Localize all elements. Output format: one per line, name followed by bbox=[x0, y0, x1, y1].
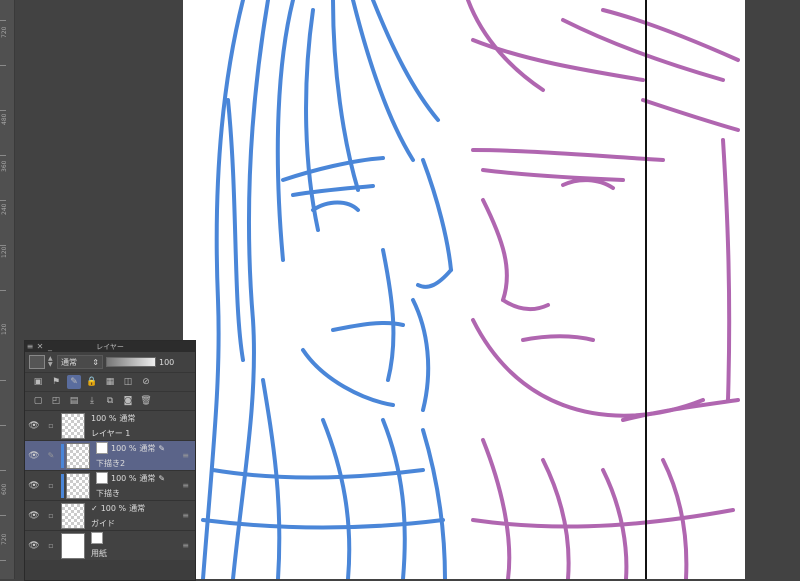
reference-icon[interactable]: ⚑ bbox=[49, 375, 63, 389]
layer-row[interactable]: 👁 ▫ 100 % 通常 レイヤー 1 bbox=[25, 410, 195, 440]
clip-icon[interactable]: ▣ bbox=[31, 375, 45, 389]
layer-type-icon bbox=[96, 442, 108, 454]
purple-sketch-layer bbox=[466, 0, 740, 579]
layer-name: 用紙 bbox=[91, 549, 107, 558]
opacity-value[interactable]: 100 bbox=[159, 358, 174, 367]
ruler-label: 480 bbox=[1, 113, 8, 125]
lock-empty-icon[interactable]: ▫ bbox=[43, 541, 59, 550]
opacity-slider[interactable] bbox=[106, 357, 156, 367]
layer-mode: 通常 bbox=[139, 473, 156, 483]
ruler-tick bbox=[0, 470, 6, 471]
layer-menu-icon[interactable]: ≡ bbox=[182, 481, 189, 490]
new-vector-layer-icon[interactable]: ◰ bbox=[49, 394, 63, 408]
layer-color-bar bbox=[61, 443, 64, 468]
ruler-label: 720 bbox=[1, 26, 8, 38]
check-icon: ✓ bbox=[91, 503, 98, 513]
layer-color-bar bbox=[61, 473, 64, 498]
vertical-ruler: 720 480 360 240 120 120 600 720 bbox=[0, 0, 15, 579]
draft-layer-icon[interactable]: ✎ bbox=[67, 375, 81, 389]
ruler-label: 120 bbox=[1, 323, 8, 335]
layer-mode: 通常 bbox=[119, 413, 136, 423]
layer-opacity: 100 % bbox=[91, 413, 117, 423]
layer-thumbnail bbox=[66, 442, 90, 469]
lock-empty-icon[interactable]: ▫ bbox=[43, 481, 59, 490]
sketch-artwork bbox=[201, 0, 740, 579]
ruler-tick bbox=[0, 290, 6, 291]
eye-icon[interactable]: 👁 bbox=[25, 451, 43, 461]
layer-action-toolbar: ▢ ◰ ▤ ⤓ ⧉ ◙ 🗑 bbox=[25, 391, 195, 410]
panel-titlebar[interactable]: ≡ ✕ _ レイヤー bbox=[25, 341, 195, 352]
mask-icon[interactable]: ◙ bbox=[121, 394, 135, 408]
layer-thumbnail bbox=[66, 472, 90, 499]
layer-name: 下描き2 bbox=[96, 459, 126, 468]
page-divider bbox=[645, 0, 647, 579]
new-raster-layer-icon[interactable]: ▢ bbox=[31, 394, 45, 408]
layer-menu-icon[interactable]: ≡ bbox=[182, 451, 189, 460]
eye-icon[interactable]: 👁 bbox=[25, 541, 43, 551]
layer-thumbnail bbox=[61, 502, 85, 529]
mask-enable-icon[interactable]: ◫ bbox=[121, 375, 135, 389]
ruler-tick bbox=[0, 155, 6, 156]
ruler-tick bbox=[0, 65, 6, 66]
blend-row: ▲ ▼ 通常 ⇕ 100 bbox=[25, 352, 195, 372]
ruler-tick bbox=[0, 515, 6, 516]
layer-menu-icon[interactable]: ≡ bbox=[182, 511, 189, 520]
pen-icon[interactable]: ✎ bbox=[43, 451, 59, 460]
layer-thumbnail bbox=[61, 412, 85, 439]
chevron-updown-icon: ⇕ bbox=[92, 357, 99, 367]
layer-mode: 通常 bbox=[139, 443, 156, 453]
draft-icon: ✎ bbox=[158, 473, 166, 483]
minimize-icon[interactable]: _ bbox=[45, 342, 55, 352]
trash-icon[interactable]: 🗑 bbox=[139, 394, 153, 408]
layer-thumbnail bbox=[61, 532, 85, 559]
ruler-label: 360 bbox=[1, 160, 8, 172]
stepper-icon[interactable]: ▲ ▼ bbox=[48, 356, 54, 368]
layer-row[interactable]: 👁 ▫ ✓ 100 % 通常 ガイド ≡ bbox=[25, 500, 195, 530]
layer-attribute-toolbar: ▣ ⚑ ✎ 🔒 ▦ ◫ ⊘ bbox=[25, 372, 195, 391]
layer-type-icon bbox=[96, 472, 108, 484]
layer-name: ガイド bbox=[91, 518, 115, 528]
blend-mode-select[interactable]: 通常 ⇕ bbox=[57, 355, 103, 369]
draft-icon: ✎ bbox=[158, 443, 166, 453]
transfer-down-icon[interactable]: ⤓ bbox=[85, 394, 99, 408]
ruler-icon[interactable]: ⊘ bbox=[139, 375, 153, 389]
layer-opacity: 100 % bbox=[111, 473, 137, 483]
ruler-label: 720 bbox=[1, 533, 8, 545]
layer-mode: 通常 bbox=[129, 503, 146, 513]
blend-mode-value: 通常 bbox=[61, 357, 77, 367]
ruler-label: 120 bbox=[1, 246, 8, 258]
lock-empty-icon[interactable]: ▫ bbox=[43, 511, 59, 520]
close-icon[interactable]: ✕ bbox=[35, 342, 45, 352]
paper-icon bbox=[91, 532, 103, 544]
ruler-tick bbox=[0, 20, 6, 21]
blue-sketch-layer bbox=[201, 0, 453, 579]
ruler-label: 240 bbox=[1, 203, 8, 215]
merge-icon[interactable]: ⧉ bbox=[103, 394, 117, 408]
eye-icon[interactable]: 👁 bbox=[25, 481, 43, 491]
ruler-tick bbox=[0, 200, 6, 201]
drawing-canvas[interactable] bbox=[183, 0, 745, 579]
lock-empty-icon[interactable]: ▫ bbox=[43, 421, 59, 430]
menu-icon[interactable]: ≡ bbox=[25, 342, 35, 352]
lock-icon[interactable]: 🔒 bbox=[85, 375, 99, 389]
ruler-label: 600 bbox=[1, 483, 8, 495]
layer-menu-icon[interactable]: ≡ bbox=[182, 541, 189, 550]
lock-transparency-icon[interactable]: ▦ bbox=[103, 375, 117, 389]
layer-name: レイヤー 1 bbox=[91, 428, 131, 438]
ruler-tick bbox=[0, 425, 6, 426]
eye-icon[interactable]: 👁 bbox=[25, 511, 43, 521]
ruler-tick bbox=[0, 380, 6, 381]
layer-row[interactable]: 👁 ▫ 用紙 ≡ bbox=[25, 530, 195, 560]
new-folder-icon[interactable]: ▤ bbox=[67, 394, 81, 408]
ruler-tick bbox=[0, 560, 6, 561]
layer-row[interactable]: 👁 ▫ 100 % 通常 ✎ 下描き ≡ bbox=[25, 470, 195, 500]
layer-color-swatch[interactable] bbox=[29, 355, 45, 369]
layer-panel: ≡ ✕ _ レイヤー ▲ ▼ 通常 ⇕ 100 ▣ ⚑ ✎ 🔒 ▦ ◫ ⊘ ▢ ◰… bbox=[24, 340, 196, 581]
layer-opacity: 100 % bbox=[111, 443, 137, 453]
layer-row-selected[interactable]: 👁 ✎ 100 % 通常 ✎ 下描き2 ≡ bbox=[25, 440, 195, 470]
layer-opacity: 100 % bbox=[100, 503, 127, 513]
eye-icon[interactable]: 👁 bbox=[25, 421, 43, 431]
ruler-tick bbox=[0, 110, 6, 111]
layer-name: 下描き bbox=[96, 489, 120, 498]
